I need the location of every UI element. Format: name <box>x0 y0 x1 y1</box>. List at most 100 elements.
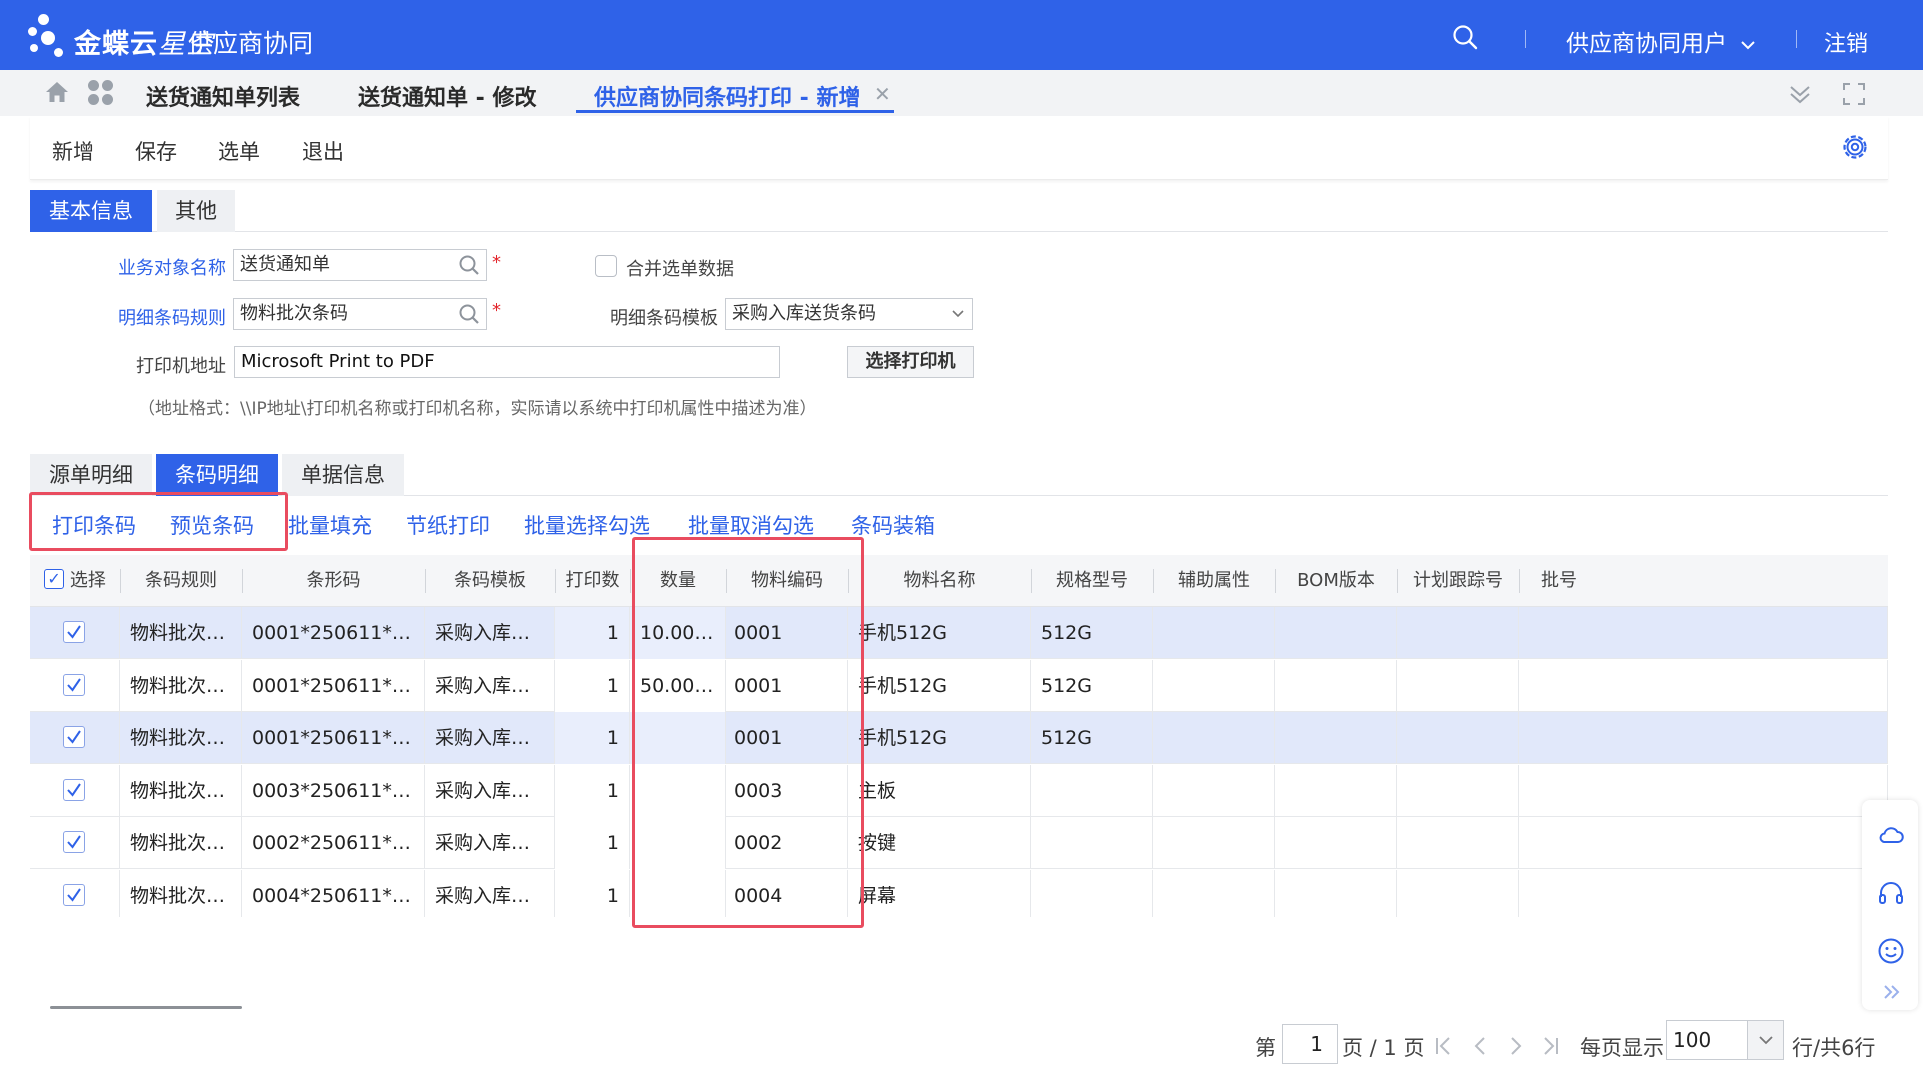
table-row[interactable]: 物料批次条码 0004*250611*027 采购入库送货... 1 0004 屏幕 <box>30 869 1888 917</box>
printer-address-input[interactable]: Microsoft Print to PDF <box>234 346 780 378</box>
tab-bill-info[interactable]: 单据信息 <box>282 454 404 496</box>
column-header[interactable]: 打印数 <box>555 555 630 607</box>
save-button[interactable]: 保存 <box>135 136 177 166</box>
required-mark: * <box>492 252 501 273</box>
cell-print-qty[interactable]: 1 <box>555 659 630 712</box>
dropdown-button[interactable] <box>1747 1021 1783 1059</box>
table-row[interactable]: 物料批次条码 0002*250611*026 采购入库送货... 1 0002 按键 <box>30 817 1888 869</box>
batch-check-button[interactable]: 批量选择勾选 <box>524 510 650 540</box>
cell-rule: 物料批次条码 <box>120 712 242 764</box>
double-chevron-right-icon[interactable] <box>1876 982 1906 1002</box>
per-page-select[interactable]: 100 <box>1666 1020 1784 1060</box>
tab-delivery-edit[interactable]: 送货通知单 - 修改 <box>358 80 536 112</box>
column-header[interactable]: 条形码 <box>242 555 425 607</box>
next-page-icon[interactable] <box>1504 1034 1528 1058</box>
row-checkbox[interactable] <box>63 778 85 801</box>
cell-print-qty[interactable]: 1 <box>555 869 630 917</box>
row-select-cell[interactable] <box>30 817 120 869</box>
new-button[interactable]: 新增 <box>52 136 94 166</box>
barcode-packing-button[interactable]: 条码装箱 <box>851 510 935 540</box>
cell-empty <box>1153 764 1275 817</box>
merge-checkbox[interactable] <box>595 255 617 277</box>
first-page-icon[interactable] <box>1432 1034 1456 1058</box>
cell-barcode: 0002*250611*026 <box>242 817 425 869</box>
tab-basic-info[interactable]: 基本信息 <box>30 190 152 232</box>
cell-template: 采购入库送货... <box>425 764 555 817</box>
row-select-cell[interactable] <box>30 607 120 659</box>
row-checkbox[interactable] <box>63 831 85 853</box>
exit-button[interactable]: 退出 <box>302 136 344 166</box>
column-header[interactable]: 计划跟踪号 <box>1397 555 1519 607</box>
row-checkbox[interactable] <box>63 621 85 643</box>
column-header[interactable]: 条码模板 <box>425 555 555 607</box>
cell-barcode: 0004*250611*027 <box>242 869 425 917</box>
row-checkbox[interactable] <box>63 673 85 696</box>
row-checkbox[interactable] <box>63 883 85 906</box>
row-checkbox[interactable] <box>63 726 85 748</box>
detail-template-value: 采购入库送货条码 <box>732 303 876 324</box>
cell-spec: 512G <box>1031 607 1153 659</box>
tab-delivery-list[interactable]: 送货通知单列表 <box>146 80 300 112</box>
prev-page-icon[interactable] <box>1468 1034 1492 1058</box>
search-icon[interactable] <box>458 303 480 325</box>
detail-tabs: 源单明细 条码明细 单据信息 <box>30 454 1888 496</box>
cell-print-qty[interactable]: 1 <box>555 764 630 817</box>
tab-barcode-detail[interactable]: 条码明细 <box>156 454 278 496</box>
save-paper-print-button[interactable]: 节纸打印 <box>406 510 490 540</box>
apps-icon[interactable] <box>88 80 114 106</box>
search-icon[interactable] <box>458 254 480 276</box>
gear-icon[interactable] <box>1840 132 1870 162</box>
headset-icon[interactable] <box>1876 878 1906 908</box>
tab-source-detail[interactable]: 源单明细 <box>30 454 152 496</box>
table-row[interactable]: 物料批次条码 0003*250611*025 采购入库送货... 1 0003 主板 <box>30 764 1888 817</box>
divider <box>1031 569 1032 593</box>
column-header[interactable]: 辅助属性 <box>1153 555 1275 607</box>
home-icon[interactable] <box>44 80 70 104</box>
table-row[interactable]: 物料批次条码 0001*250611*022 采购入库送货... 1 10.0000 00… <box>30 607 1888 659</box>
smiley-icon[interactable] <box>1876 936 1906 966</box>
select-all-checkbox[interactable]: ✓ <box>44 569 65 589</box>
tab-barcode-print-new[interactable]: 供应商协同条码打印 - 新增 <box>594 80 860 112</box>
cell-print-qty[interactable]: 1 <box>555 607 630 659</box>
divider <box>242 569 243 593</box>
cloud-icon[interactable] <box>1876 820 1906 850</box>
close-icon[interactable]: ✕ <box>874 82 891 106</box>
logout-link[interactable]: 注销 <box>1824 26 1868 58</box>
cell-print-qty[interactable]: 1 <box>555 712 630 764</box>
last-page-icon[interactable] <box>1538 1034 1562 1058</box>
detail-rule-input[interactable]: 物料批次条码 <box>233 298 487 330</box>
select-printer-button[interactable]: 选择打印机 <box>847 346 974 378</box>
user-menu[interactable]: 供应商协同用户 <box>1566 24 1756 58</box>
cell-empty <box>1153 712 1275 764</box>
row-select-cell[interactable] <box>30 659 120 712</box>
divider <box>630 569 631 593</box>
horizontal-scrollbar[interactable] <box>50 1006 242 1009</box>
cell-material-name: 手机512G <box>848 712 1031 764</box>
page-number-input[interactable]: 1 <box>1282 1024 1338 1064</box>
column-header[interactable]: 物料名称 <box>848 555 1031 607</box>
column-header[interactable]: BOM版本 <box>1275 555 1397 607</box>
table-row[interactable]: 物料批次条码 0001*250611*023 采购入库送货... 1 50.0000 00… <box>30 659 1888 712</box>
top-bar: 金蝶云星空 供应商协同 供应商协同用户 注销 <box>0 0 1923 70</box>
batch-uncheck-button[interactable]: 批量取消勾选 <box>688 510 814 540</box>
search-icon[interactable] <box>1452 24 1478 50</box>
tab-other[interactable]: 其他 <box>157 190 235 232</box>
cell-barcode: 0001*250611*023 <box>242 659 425 712</box>
column-header[interactable]: 规格型号 <box>1031 555 1153 607</box>
double-chevron-down-icon[interactable] <box>1788 82 1812 106</box>
divider <box>1275 569 1276 593</box>
object-name-input[interactable]: 送货通知单 <box>233 249 487 281</box>
row-select-cell[interactable] <box>30 869 120 917</box>
column-header[interactable]: 条码规则 <box>120 555 242 607</box>
row-select-cell[interactable] <box>30 712 120 764</box>
table-row[interactable]: 物料批次条码 0001*250611*024 采购入库送货... 1 0001 手机512… <box>30 712 1888 764</box>
detail-template-select[interactable]: 采购入库送货条码 <box>725 298 973 330</box>
batch-fill-button[interactable]: 批量填充 <box>288 510 372 540</box>
row-select-cell[interactable] <box>30 764 120 817</box>
select-all-header[interactable]: ✓ 选择 <box>30 555 120 607</box>
cell-print-qty[interactable]: 1 <box>555 817 630 869</box>
fullscreen-icon[interactable] <box>1842 82 1866 106</box>
column-header[interactable]: 批号 <box>1519 555 1579 607</box>
detail-rule-label: 明细条码规则 <box>118 308 226 329</box>
select-bill-button[interactable]: 选单 <box>218 136 260 166</box>
